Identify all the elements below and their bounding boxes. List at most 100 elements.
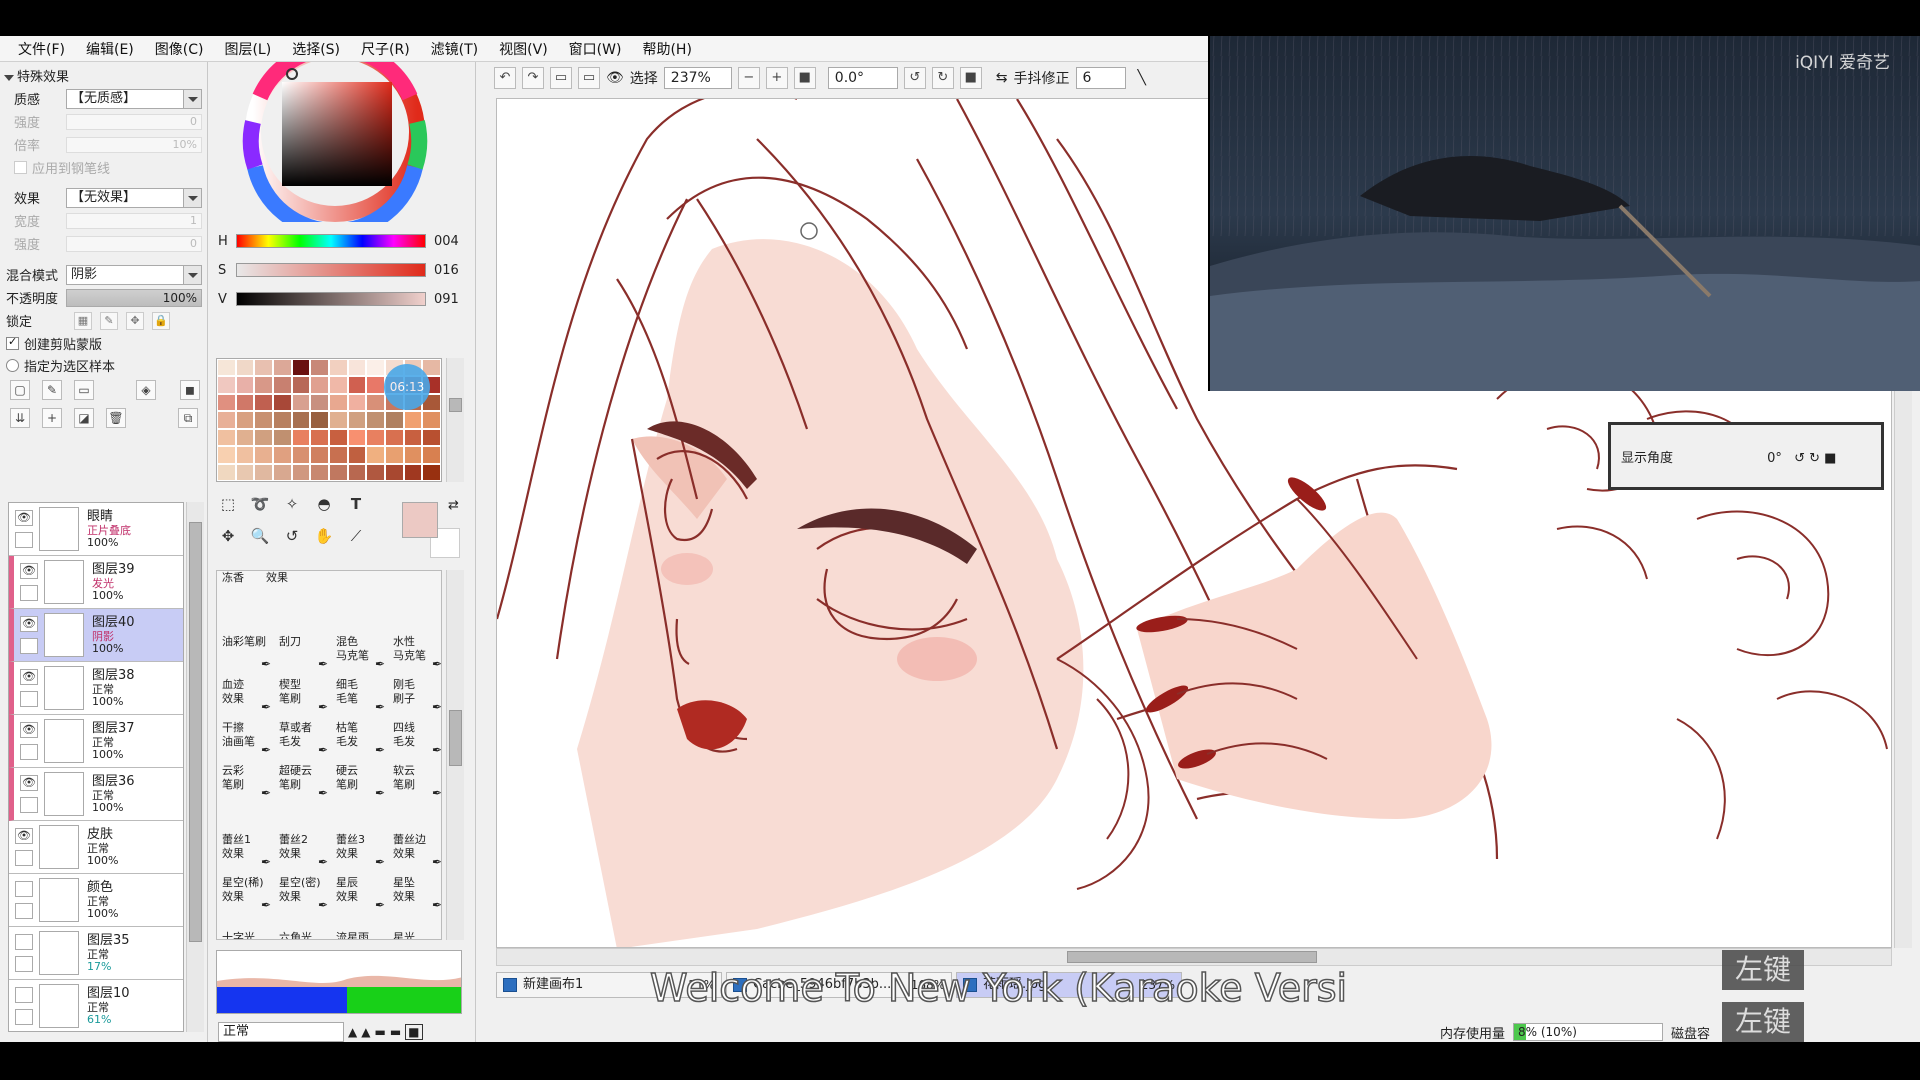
layer-lock-icon[interactable] — [15, 532, 33, 548]
rotate-icon[interactable]: ↺ — [280, 524, 304, 548]
zoom-in-icon[interactable]: + — [765, 67, 788, 89]
color-swatch[interactable] — [235, 393, 255, 412]
brush-cell[interactable]: 云彩 笔刷 ✒ — [219, 762, 275, 804]
color-swatch[interactable] — [254, 446, 273, 464]
color-swatch[interactable] — [291, 446, 311, 464]
brush-cell[interactable]: 效果 — [263, 571, 319, 611]
color-swatch[interactable] — [291, 463, 311, 481]
brush-cell[interactable]: 楔型 笔刷 ✒ — [276, 676, 332, 718]
fill-bucket-icon[interactable]: ◓ — [312, 492, 336, 516]
brush-cell[interactable]: 四线 毛发 ✒ — [390, 719, 441, 761]
stabilizer-select[interactable]: 6 — [1075, 67, 1126, 89]
menu-layer[interactable]: 图层(L) — [216, 39, 284, 59]
rotate-left-icon[interactable]: ↺ — [903, 67, 926, 89]
brush-cell[interactable]: 超硬云 笔刷 ✒ — [276, 762, 332, 804]
color-swatch[interactable] — [235, 359, 255, 377]
layer-lock-icon[interactable] — [15, 956, 33, 972]
brush-cell[interactable]: 血迹 效果 ✒ — [219, 676, 275, 718]
color-swatch[interactable] — [235, 376, 255, 394]
color-swatch[interactable] — [403, 463, 423, 481]
color-swatch[interactable] — [217, 463, 236, 481]
color-swatch[interactable] — [217, 446, 236, 464]
color-swatch[interactable] — [366, 359, 385, 377]
color-swatch[interactable] — [328, 411, 348, 429]
menu-filter[interactable]: 滤镜(T) — [423, 39, 491, 59]
color-swatch[interactable] — [235, 411, 255, 429]
layer-row[interactable]: 👁 图层37 正常 100% — [9, 715, 183, 768]
color-swatch[interactable] — [272, 428, 292, 447]
zoom-out-icon[interactable]: − — [737, 67, 760, 89]
brush-cell[interactable]: 星空(密) 效果 ✒ — [276, 874, 332, 916]
add-layer-icon[interactable]: + — [42, 408, 62, 428]
brush-cell[interactable]: 流星雨 — [333, 929, 389, 939]
color-swatch[interactable] — [272, 446, 292, 464]
brush-cell[interactable]: 蕾丝边 效果 ✒ — [390, 831, 441, 873]
brush-cell[interactable]: 水性 马克笔 ✒ — [390, 633, 441, 675]
color-swatch[interactable] — [310, 411, 329, 429]
scale-slider[interactable]: 10% — [66, 136, 202, 153]
brush-cell[interactable]: 蕾丝2 效果 ✒ — [276, 831, 332, 873]
brush-scrollbar[interactable] — [446, 570, 464, 940]
lock-move-icon[interactable]: ✥ — [126, 311, 144, 330]
merge-down-icon[interactable]: ⇊ — [10, 408, 30, 428]
new-linework-layer-icon[interactable]: ✎ — [42, 380, 62, 400]
clear-layer-icon[interactable]: ◪ — [74, 408, 94, 428]
color-swatch[interactable] — [384, 428, 404, 447]
menu-ruler[interactable]: 尺子(R) — [353, 39, 423, 59]
visibility-eye-icon[interactable] — [15, 934, 33, 950]
color-swatch[interactable] — [347, 463, 367, 481]
effects-section-title[interactable]: 特殊效果 — [0, 62, 207, 87]
swatch-scrollbar[interactable] — [446, 358, 464, 482]
rotate-reset-icon[interactable]: ■ — [959, 67, 982, 89]
color-swatch[interactable] — [291, 359, 311, 377]
canvas-hscrollbar[interactable] — [496, 948, 1892, 966]
swatch-scroll-thumb[interactable] — [449, 398, 462, 412]
foreground-color-swatch[interactable] — [402, 502, 438, 538]
color-swatch[interactable] — [291, 393, 311, 412]
layer-lock-icon[interactable] — [20, 585, 38, 601]
brush-cell[interactable]: 干擦 油画笔 ✒ — [219, 719, 275, 761]
transfer-layer-icon[interactable]: ⧉ — [178, 408, 198, 428]
color-swatch[interactable] — [403, 411, 423, 429]
new-layer-icon[interactable]: ▢ — [10, 380, 30, 400]
brush-cell[interactable]: 枯笔 毛发 ✒ — [333, 719, 389, 761]
zoom-icon[interactable]: 🔍 — [248, 524, 272, 548]
color-swatch[interactable] — [217, 359, 236, 377]
clip-mask-checkbox[interactable] — [6, 335, 19, 350]
clip-mask-row[interactable]: 创建剪贴蒙版 — [0, 332, 207, 354]
brush-shape-5-icon[interactable]: ■ — [405, 1024, 423, 1040]
color-swatch[interactable] — [235, 428, 255, 447]
brush-cell[interactable]: 刮刀 ✒ — [276, 633, 332, 675]
lock-paint-icon[interactable]: ✎ — [100, 311, 118, 330]
menu-image[interactable]: 图像(C) — [147, 39, 217, 59]
color-swatch[interactable] — [347, 393, 367, 412]
invert-select-icon[interactable]: ▭ — [578, 67, 600, 89]
width-slider[interactable]: 1 — [66, 212, 202, 229]
lock-all-icon[interactable]: 🔒 — [152, 311, 170, 330]
color-swatch[interactable] — [254, 393, 273, 412]
flip-horizontal-icon[interactable]: ⇆ — [996, 70, 1008, 86]
layer-thumbnail-icon[interactable]: ◼ — [180, 380, 200, 400]
color-swatch[interactable] — [328, 393, 348, 412]
apply-pen-checkbox[interactable] — [14, 160, 27, 174]
color-swatch[interactable] — [328, 463, 348, 481]
new-folder-icon[interactable]: ▭ — [74, 380, 94, 400]
value-slider[interactable] — [236, 292, 426, 306]
brush-shape-1-icon[interactable]: ▲ — [348, 1025, 357, 1039]
brush-scroll-thumb[interactable] — [449, 710, 462, 766]
color-swatch[interactable] — [384, 411, 404, 429]
apply-pen-row[interactable]: 应用到钢笔线 — [0, 156, 207, 178]
color-swatch[interactable] — [254, 428, 273, 447]
color-swatch[interactable] — [310, 446, 329, 464]
color-swatch[interactable] — [310, 463, 329, 481]
magic-wand-icon[interactable]: ✧ — [280, 492, 304, 516]
deselect-icon[interactable]: ▭ — [550, 67, 572, 89]
brush-cell[interactable]: 刚毛 刷子 ✒ — [390, 676, 441, 718]
color-swatch[interactable] — [272, 411, 292, 429]
color-swatch[interactable] — [422, 463, 441, 481]
color-swatch[interactable] — [366, 393, 385, 412]
color-swatch[interactable] — [366, 411, 385, 429]
brush-cell[interactable]: 草或者 毛发 ✒ — [276, 719, 332, 761]
color-swatch[interactable] — [347, 411, 367, 429]
brush-cell[interactable]: 星光 — [390, 929, 441, 939]
